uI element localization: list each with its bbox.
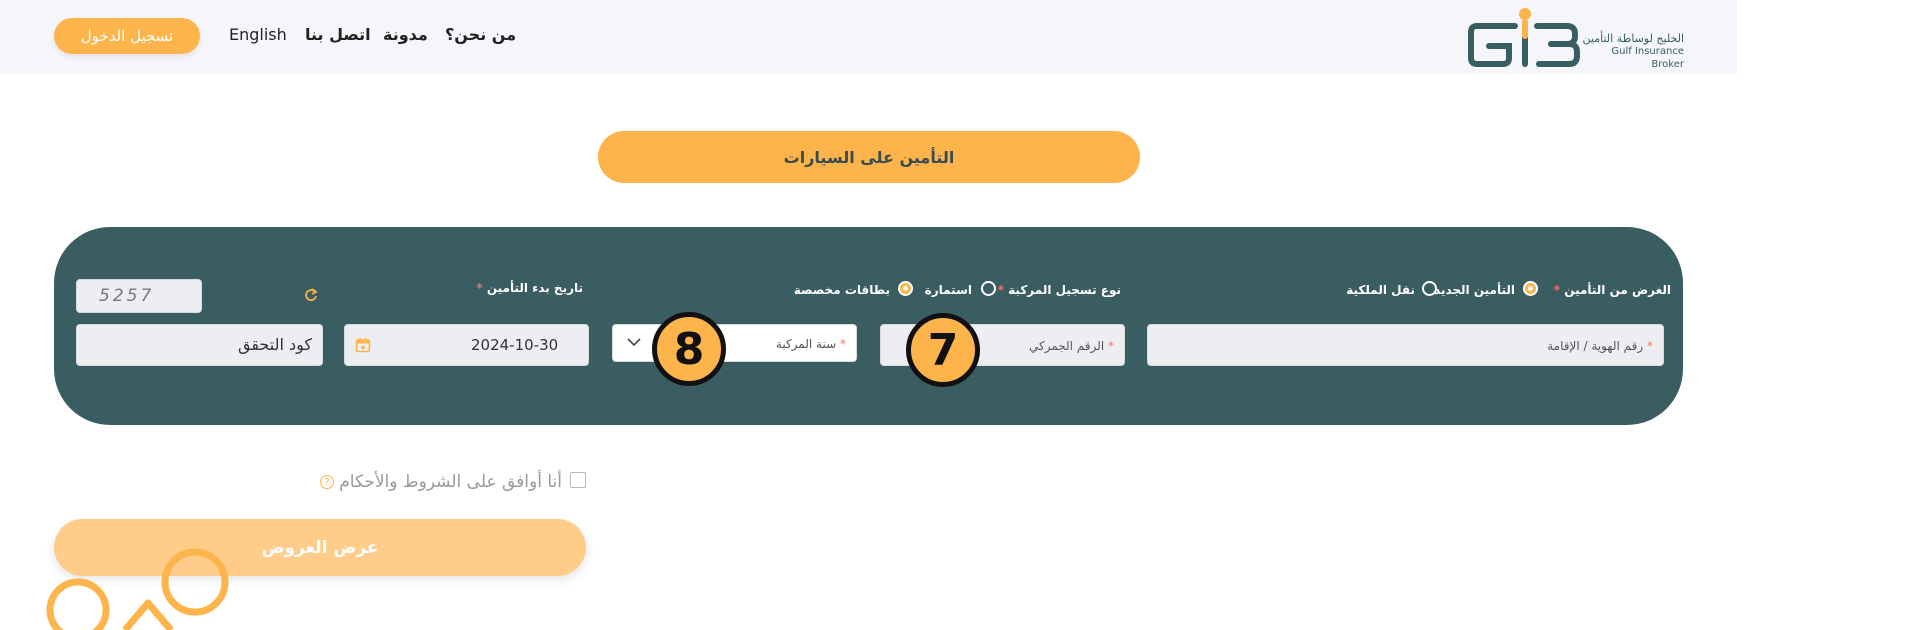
captcha-image: 5257 xyxy=(76,279,202,313)
registration-type-label: نوع تسجيل المركبة * xyxy=(997,283,1121,297)
refresh-captcha-icon[interactable] xyxy=(304,288,318,302)
contact-link[interactable]: اتصل بنا xyxy=(305,25,371,44)
registration-istimara-radio[interactable] xyxy=(981,281,996,296)
id-number-field[interactable]: * رقم الهوية / الإقامة xyxy=(1147,324,1664,366)
registration-istimara-label[interactable]: استمارة xyxy=(925,283,972,297)
help-icon[interactable]: ? xyxy=(320,475,334,489)
logo-english-text: Gulf Insurance Broker xyxy=(1611,46,1684,70)
calendar-icon[interactable] xyxy=(355,337,371,353)
vehicle-year-select[interactable]: * سنة المركبة xyxy=(612,324,857,362)
purpose-transfer-label[interactable]: نقل الملكية xyxy=(1346,283,1415,297)
logo-text: الخليج لوساطة التأمين Gulf Insurance Bro… xyxy=(1578,32,1684,71)
terms-agreement: أنا أوافق على الشروط والأحكام ? xyxy=(320,470,590,494)
captcha-text: 5257 xyxy=(99,286,155,306)
step-marker-7: 7 xyxy=(906,313,980,387)
start-date-label: تاريخ بدء التأمين * xyxy=(476,281,583,295)
chevron-down-icon xyxy=(627,338,641,347)
customs-number-placeholder: * الرقم الجمركي xyxy=(1029,339,1114,353)
start-date-value: 2024-10-30 xyxy=(471,336,559,354)
purpose-new-label[interactable]: التأمين الجديد xyxy=(1434,283,1515,297)
verification-code-field[interactable]: كود التحقق xyxy=(76,324,323,366)
terms-text[interactable]: أنا أوافق على الشروط والأحكام xyxy=(339,472,562,492)
login-button[interactable]: تسجيل الدخول xyxy=(54,18,200,54)
logo-arabic-text: الخليج لوساطة التأمين xyxy=(1582,32,1684,45)
purpose-label: الغرض من التأمين * xyxy=(1553,283,1671,297)
page-title: التأمين على السيارات xyxy=(598,131,1140,183)
registration-custom-cards-label[interactable]: بطاقات مخصصة xyxy=(794,283,890,297)
id-number-placeholder: * رقم الهوية / الإقامة xyxy=(1547,339,1653,353)
step-marker-8: 8 xyxy=(652,312,726,386)
blog-link[interactable]: مدونة xyxy=(383,25,428,44)
purpose-transfer-radio[interactable] xyxy=(1422,281,1437,296)
terms-checkbox[interactable] xyxy=(570,472,586,488)
verification-code-placeholder: كود التحقق xyxy=(237,335,312,354)
about-link[interactable]: من نحن؟ xyxy=(445,25,516,44)
registration-custom-cards-radio[interactable] xyxy=(898,281,913,296)
start-date-field[interactable]: 2024-10-30 xyxy=(344,324,589,366)
language-link[interactable]: English xyxy=(229,25,287,44)
vehicle-year-placeholder: * سنة المركبة xyxy=(775,337,846,351)
purpose-new-radio[interactable] xyxy=(1523,281,1538,296)
decorative-shapes xyxy=(46,548,229,630)
